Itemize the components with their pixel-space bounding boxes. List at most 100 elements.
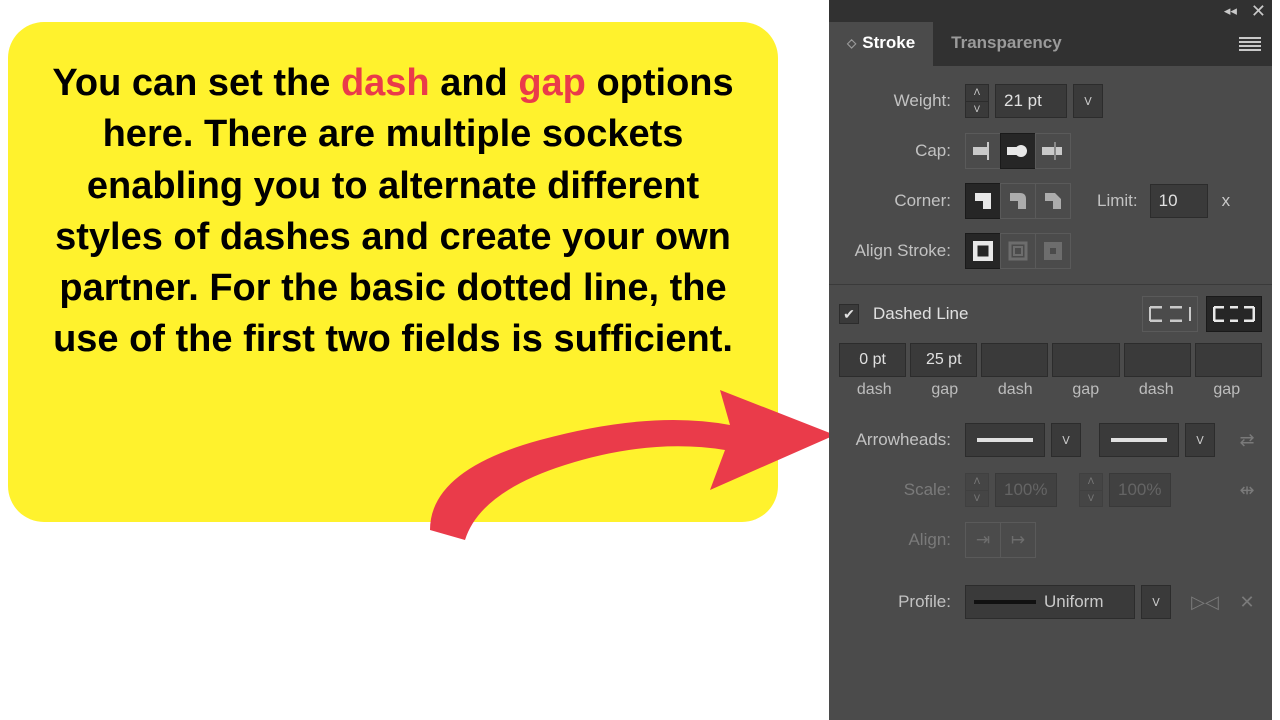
scale-input-2: 100% xyxy=(1109,473,1171,507)
profile-dropdown[interactable]: ᐯ xyxy=(1141,585,1171,619)
chevron-down-icon: ᐯ xyxy=(1196,434,1204,447)
weight-input[interactable]: 21 pt xyxy=(995,84,1067,118)
tab-stroke[interactable]: ◇ Stroke xyxy=(829,22,933,66)
swap-arrowheads-button[interactable]: ⇄ xyxy=(1232,430,1262,451)
cap-label: Cap: xyxy=(839,141,959,161)
dash-input-2[interactable] xyxy=(981,343,1048,377)
flip-across-button[interactable]: ✕ xyxy=(1232,592,1262,613)
cap-round-button[interactable] xyxy=(1000,133,1036,169)
align-stroke-group xyxy=(965,233,1071,269)
arrowhead-start-dropdown[interactable]: ᐯ xyxy=(1051,423,1081,457)
corner-label: Corner: xyxy=(839,191,959,211)
dash-sublabel: dash xyxy=(1121,381,1192,399)
scale-label: Scale: xyxy=(839,480,959,500)
align-stroke-outside-button[interactable] xyxy=(1035,233,1071,269)
gap-sublabel: gap xyxy=(910,381,981,399)
cap-butt-icon xyxy=(973,142,993,160)
align-arrow-extend-button: ⇥ xyxy=(965,522,1001,558)
align-tip-icon: ↦ xyxy=(1011,530,1025,550)
align-stroke-outside-icon xyxy=(1043,241,1063,261)
scale-stepper-2: ᐱᐯ xyxy=(1079,473,1103,507)
limit-input[interactable]: 10 xyxy=(1150,184,1208,218)
callout-text: You can set the dash and gap options her… xyxy=(40,58,746,366)
weight-dropdown[interactable]: ᐯ xyxy=(1073,84,1103,118)
profile-row: Profile: Uniform ᐯ ▷◁ ✕ xyxy=(839,577,1262,627)
scale-input-1: 100% xyxy=(995,473,1057,507)
cap-projecting-button[interactable] xyxy=(1035,133,1071,169)
cap-row: Cap: xyxy=(839,126,1262,176)
panel-menu-button[interactable] xyxy=(1228,22,1272,66)
dashed-line-checkbox[interactable]: ✔ xyxy=(839,304,859,324)
tab-transparency-label: Transparency xyxy=(951,33,1062,53)
dash-sublabel: dash xyxy=(980,381,1051,399)
cap-projecting-icon xyxy=(1042,142,1064,160)
gap-input-1[interactable]: 25 pt xyxy=(910,343,977,377)
align-stroke-inside-button[interactable] xyxy=(1000,233,1036,269)
divider xyxy=(829,284,1272,285)
dash-corners-icon xyxy=(1213,306,1255,322)
arrowhead-start-select[interactable] xyxy=(965,423,1045,457)
weight-stepper[interactable]: ᐱ ᐯ xyxy=(965,84,989,118)
arrowheads-row: Arrowheads: ᐯ ᐯ ⇄ xyxy=(839,415,1262,465)
dash-sublabel: dash xyxy=(839,381,910,399)
align-stroke-inside-icon xyxy=(1008,241,1028,261)
chevron-up-icon: ᐱ xyxy=(966,85,988,102)
dash-input-1[interactable]: 0 pt xyxy=(839,343,906,377)
align-arrow-label: Align: xyxy=(839,530,959,550)
arrowhead-end-dropdown[interactable]: ᐯ xyxy=(1185,423,1215,457)
weight-label: Weight: xyxy=(839,91,959,111)
corner-bevel-icon xyxy=(1043,191,1063,211)
collapse-icon[interactable]: ◂◂ xyxy=(1224,3,1237,19)
arrowhead-end-select[interactable] xyxy=(1099,423,1179,457)
tab-transparency[interactable]: Transparency xyxy=(933,22,1080,66)
profile-select[interactable]: Uniform xyxy=(965,585,1135,619)
tab-stroke-label: Stroke xyxy=(862,33,915,53)
corner-bevel-button[interactable] xyxy=(1035,183,1071,219)
dash-preserve-exact-button[interactable] xyxy=(1142,296,1198,332)
limit-suffix: x xyxy=(1214,191,1231,211)
align-stroke-center-button[interactable] xyxy=(965,233,1001,269)
arrowhead-none-icon xyxy=(1111,438,1167,442)
profile-value: Uniform xyxy=(1044,592,1104,612)
dashed-line-row: ✔ Dashed Line xyxy=(839,289,1262,339)
gap-input-3[interactable] xyxy=(1195,343,1262,377)
cap-butt-button[interactable] xyxy=(965,133,1001,169)
dashed-line-label: Dashed Line xyxy=(865,304,968,324)
align-arrow-group: ⇥ ↦ xyxy=(965,522,1036,558)
align-extend-icon: ⇥ xyxy=(976,530,990,550)
corner-miter-icon xyxy=(973,191,993,211)
chevron-down-icon: ᐯ xyxy=(1062,434,1070,447)
flip-along-button[interactable]: ▷◁ xyxy=(1190,592,1220,613)
dash-align-group xyxy=(1142,296,1262,332)
align-arrow-row: Align: ⇥ ↦ xyxy=(839,515,1262,565)
scale-row: Scale: ᐱᐯ 100% ᐱᐯ 100% ⇹ xyxy=(839,465,1262,515)
profile-uniform-icon xyxy=(974,600,1036,604)
corner-button-group xyxy=(965,183,1071,219)
tab-chevron-icon: ◇ xyxy=(847,40,856,46)
arrowhead-none-icon xyxy=(977,438,1033,442)
dash-exact-icon xyxy=(1149,306,1191,322)
hamburger-icon xyxy=(1239,37,1261,51)
scale-stepper-1: ᐱᐯ xyxy=(965,473,989,507)
gap-sublabel: gap xyxy=(1192,381,1263,399)
dash-gap-inputs: 0 pt 25 pt xyxy=(839,343,1262,377)
align-stroke-row: Align Stroke: xyxy=(839,226,1262,276)
profile-label: Profile: xyxy=(839,592,959,612)
align-stroke-label: Align Stroke: xyxy=(839,241,959,261)
limit-label: Limit: xyxy=(1077,191,1144,211)
link-scale-button: ⇹ xyxy=(1232,480,1262,501)
corner-miter-button[interactable] xyxy=(965,183,1001,219)
dash-input-3[interactable] xyxy=(1124,343,1191,377)
cap-round-icon xyxy=(1007,142,1029,160)
arrow-annotation xyxy=(400,370,840,560)
corner-round-button[interactable] xyxy=(1000,183,1036,219)
dash-gap-sublabels: dash gap dash gap dash gap xyxy=(839,381,1262,399)
align-arrow-tip-button: ↦ xyxy=(1000,522,1036,558)
close-icon[interactable]: ✕ xyxy=(1251,1,1266,22)
dash-align-corners-button[interactable] xyxy=(1206,296,1262,332)
corner-round-icon xyxy=(1008,191,1028,211)
gap-input-2[interactable] xyxy=(1052,343,1119,377)
gap-sublabel: gap xyxy=(1051,381,1122,399)
chevron-down-icon: ᐯ xyxy=(966,102,988,118)
weight-row: Weight: ᐱ ᐯ 21 pt ᐯ xyxy=(839,76,1262,126)
